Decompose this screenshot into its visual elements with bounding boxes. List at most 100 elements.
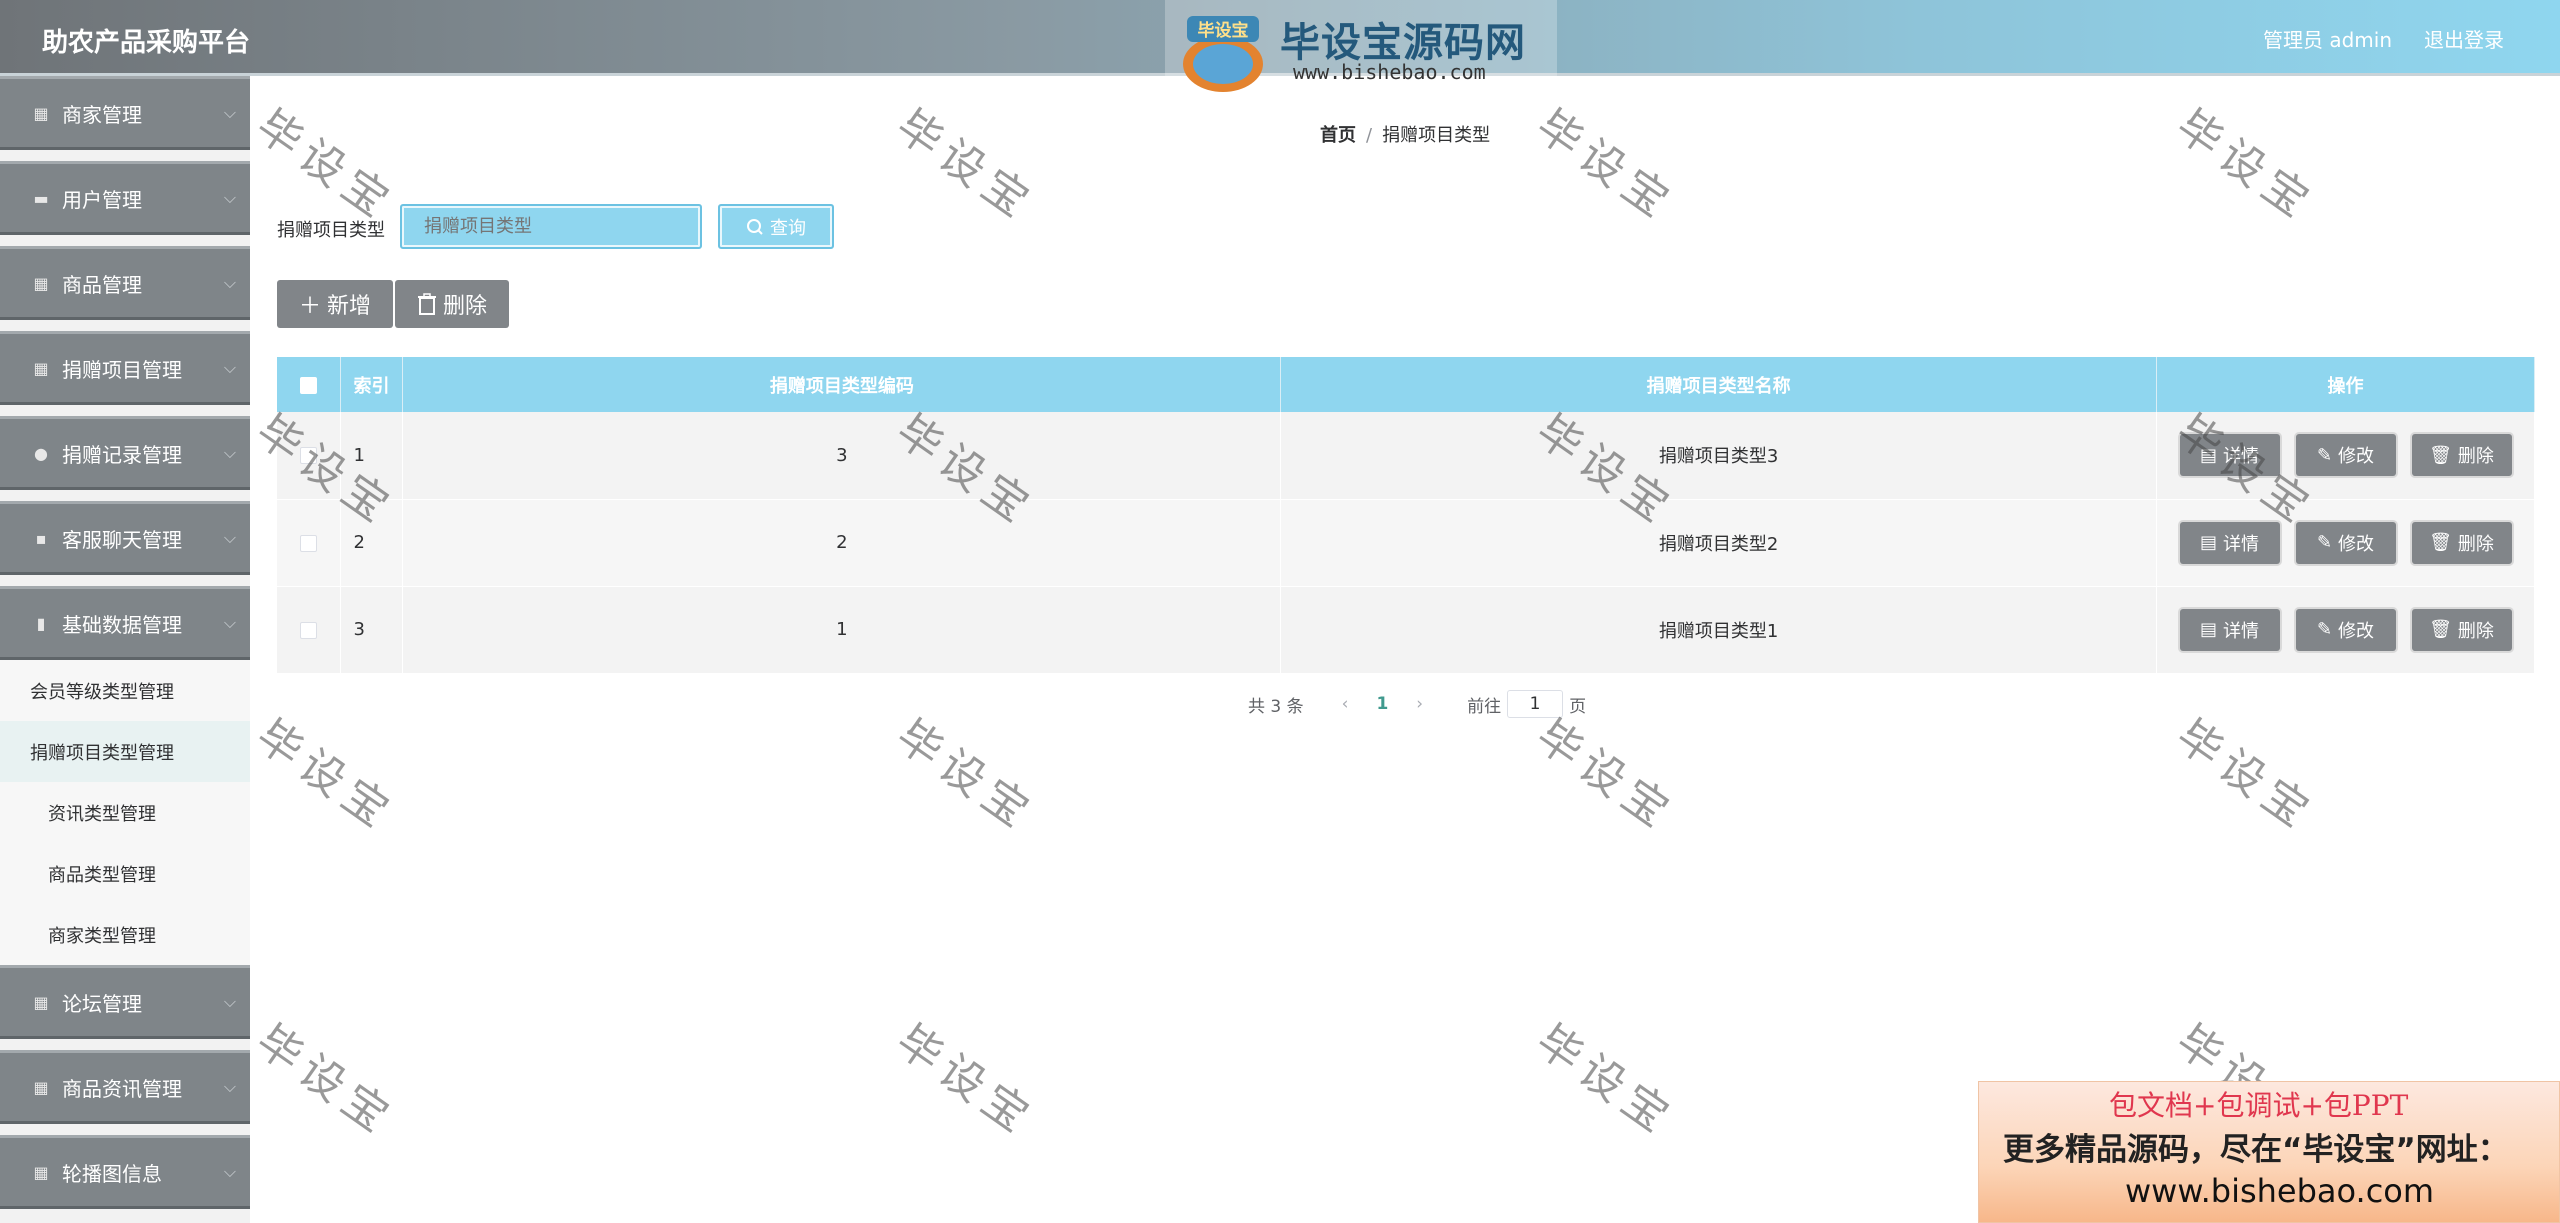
sidebar-item-donation-record[interactable]: ● 捐赠记录管理 ⌵ [0, 416, 250, 490]
breadcrumb: 首页 / 捐赠项目类型 [1320, 121, 1490, 147]
sidebar-item-label: 商品资讯管理 [62, 1076, 182, 1101]
add-button[interactable]: ＋ 新增 [277, 280, 394, 328]
row-checkbox[interactable] [300, 621, 318, 639]
sidebar-item-forum[interactable]: ▦ 论坛管理 ⌵ [0, 965, 250, 1039]
sidebar-item-basic-data[interactable]: ▮ 基础数据管理 ⌵ [0, 586, 250, 660]
detail-button[interactable]: ▤ 详情 [2179, 608, 2280, 651]
detail-label: 详情 [2223, 620, 2259, 642]
submenu-news-type[interactable]: 资讯类型管理 [0, 782, 250, 843]
logout-link[interactable]: 退出登录 [2424, 24, 2504, 53]
logo-badge-icon: 毕设宝 [1183, 16, 1263, 92]
top-header: 助农产品采购平台 毕设宝 毕设宝源码网 www.bishebao.com 管理员… [0, 0, 2560, 92]
row-checkbox[interactable] [300, 534, 318, 552]
chevron-down-icon: ⌵ [223, 103, 236, 122]
delete-label: 删除 [2457, 620, 2494, 642]
data-table: 索引 捐赠项目类型编码 捐赠项目类型名称 操作 1 3 捐赠项目类型3 ▤ 详情 … [277, 357, 2535, 674]
ticket-icon: ▬ [33, 188, 49, 208]
breadcrumb-separator: / [1366, 125, 1373, 146]
detail-label: 详情 [2223, 533, 2259, 555]
edit-label: 修改 [2338, 446, 2375, 468]
chevron-down-icon: ⌵ [223, 1162, 236, 1181]
goto-suffix: 页 [1569, 696, 1587, 717]
sidebar-item-label: 用户管理 [62, 187, 142, 212]
table-row: 3 1 捐赠项目类型1 ▤ 详情 ✎ 修改 🗑 删除 [277, 586, 2535, 674]
logo-url-text: www.bishebao.com [1293, 60, 1486, 84]
delete-label: 删除 [2457, 446, 2494, 468]
search-button[interactable]: 查询 [718, 204, 834, 249]
chevron-down-icon: ⌵ [223, 273, 236, 292]
sidebar-item-label: 论坛管理 [62, 991, 142, 1016]
grid-icon: ▦ [33, 992, 49, 1012]
goto-page-input[interactable]: 1 [1507, 690, 1564, 718]
sidebar-item-user[interactable]: ▬ 用户管理 ⌵ [0, 161, 250, 235]
sidebar-item-label: 基础数据管理 [62, 612, 182, 637]
edit-button[interactable]: ✎ 修改 [2295, 521, 2396, 564]
current-page[interactable]: 1 [1376, 694, 1388, 714]
sidebar-item-label: 客服聊天管理 [62, 527, 182, 552]
sidebar-item-label: 轮播图信息 [62, 1161, 162, 1186]
watermark: 毕设宝 [246, 710, 404, 842]
trash-icon: 🗑 [2429, 532, 2452, 553]
edit-button[interactable]: ✎ 修改 [2295, 608, 2396, 651]
submenu-product-type[interactable]: 商品类型管理 [0, 843, 250, 904]
table-row: 2 2 捐赠项目类型2 ▤ 详情 ✎ 修改 🗑 删除 [277, 499, 2535, 587]
plus-icon: ＋ [299, 294, 322, 319]
select-all-checkbox[interactable] [300, 376, 318, 394]
sidebar-item-chat[interactable]: ▪ 客服聊天管理 ⌵ [0, 501, 250, 575]
sidebar-item-donation-project[interactable]: ▦ 捐赠项目管理 ⌵ [0, 331, 250, 405]
sidebar-item-product[interactable]: ▦ 商品管理 ⌵ [0, 246, 250, 320]
sidebar: ▦ 商家管理 ⌵ ▬ 用户管理 ⌵ ▦ 商品管理 ⌵ ▦ 捐赠项目管理 ⌵ ● … [0, 76, 250, 1223]
watermark: 毕设宝 [1526, 710, 1684, 842]
next-page-icon[interactable]: › [1416, 694, 1423, 714]
logo-badge-text: 毕设宝 [1198, 20, 1249, 41]
watermark: 毕设宝 [1526, 1015, 1684, 1147]
chat-icon: ▪ [35, 528, 47, 548]
watermark: 毕设宝 [886, 100, 1044, 232]
table-header-row: 索引 捐赠项目类型编码 捐赠项目类型名称 操作 [277, 357, 2535, 412]
col-code: 捐赠项目类型编码 [402, 357, 1282, 412]
trash-icon: 🗑 [2429, 619, 2452, 640]
delete-button[interactable]: 🗑 删除 [2411, 434, 2512, 477]
col-name: 捐赠项目类型名称 [1280, 357, 2157, 412]
promo-banner[interactable]: 包文档+包调试+包PPT 更多精品源码，尽在“毕设宝”网址： www.bishe… [1978, 1081, 2560, 1223]
search-button-label: 查询 [770, 217, 806, 239]
select-all-cell[interactable] [277, 357, 342, 412]
goto-prefix: 前往 [1467, 696, 1502, 717]
detail-button[interactable]: ▤ 详情 [2179, 521, 2280, 564]
submenu-merchant-type[interactable]: 商家类型管理 [0, 904, 250, 965]
breadcrumb-current: 捐赠项目类型 [1382, 125, 1491, 146]
current-user: 管理员 admin [2262, 28, 2392, 52]
row-name: 捐赠项目类型1 [1280, 586, 2157, 674]
chevron-down-icon: ⌵ [223, 992, 236, 1011]
delete-button-label: 删除 [443, 294, 488, 319]
col-ops: 操作 [2156, 357, 2535, 412]
delete-label: 删除 [2457, 533, 2494, 555]
prev-page-icon[interactable]: ‹ [1342, 694, 1349, 714]
sidebar-item-label: 商家管理 [62, 102, 142, 127]
submenu-member-level[interactable]: 会员等级类型管理 [0, 660, 250, 721]
watermark: 毕设宝 [886, 710, 1044, 842]
chevron-down-icon: ⌵ [223, 528, 236, 547]
edit-button[interactable]: ✎ 修改 [2295, 434, 2396, 477]
chevron-down-icon: ⌵ [223, 443, 236, 462]
detail-button[interactable]: ▤ 详情 [2179, 434, 2280, 477]
batch-delete-button[interactable]: 删除 [395, 280, 510, 328]
delete-button[interactable]: 🗑 删除 [2411, 521, 2512, 564]
grid-icon: ▦ [33, 103, 49, 123]
row-code: 3 [402, 412, 1282, 500]
trash-icon [418, 293, 437, 315]
breadcrumb-home[interactable]: 首页 [1320, 125, 1356, 146]
basic-data-submenu: 会员等级类型管理 捐赠项目类型管理 资讯类型管理 商品类型管理 商家类型管理 [0, 660, 250, 965]
row-checkbox[interactable] [300, 447, 318, 465]
sidebar-item-merchant[interactable]: ▦ 商家管理 ⌵ [0, 76, 250, 150]
brand-title: 助农产品采购平台 [42, 28, 251, 58]
watermark: 毕设宝 [2166, 100, 2324, 232]
search-input[interactable] [400, 204, 702, 249]
delete-button[interactable]: 🗑 删除 [2411, 608, 2512, 651]
sidebar-item-product-news[interactable]: ▦ 商品资讯管理 ⌵ [0, 1050, 250, 1124]
row-index: 1 [340, 412, 404, 500]
pagination: 共 3 条 ‹ 1 › 前往 1 页 [1248, 690, 1586, 718]
sidebar-item-carousel[interactable]: ▦ 轮播图信息 ⌵ [0, 1135, 250, 1209]
search-label: 捐赠项目类型 [277, 220, 385, 241]
submenu-donation-type[interactable]: 捐赠项目类型管理 [0, 721, 250, 782]
